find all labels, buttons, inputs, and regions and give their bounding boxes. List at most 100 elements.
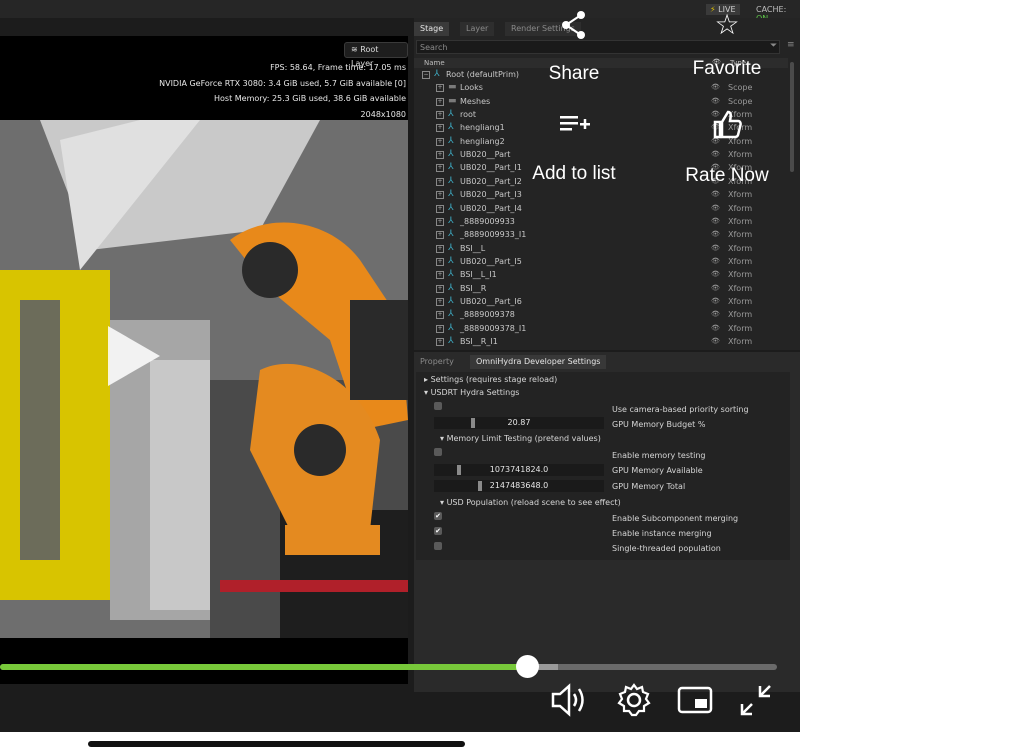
settings-header-label: Settings (requires stage reload) <box>430 375 558 384</box>
memory-testing-checkbox[interactable] <box>434 448 442 456</box>
factory-scene-image <box>0 120 408 638</box>
stage-tree-row[interactable]: + ⅄ BSI__L 👁 Xform <box>414 242 788 255</box>
exit-fullscreen-button[interactable] <box>738 682 774 722</box>
memory-limit-section-header[interactable]: ▾ Memory Limit Testing (pretend values) <box>440 433 601 444</box>
expand-icon[interactable]: + <box>436 84 444 93</box>
xform-icon: ⅄ <box>448 336 454 346</box>
rate-now-button[interactable]: Rate Now <box>676 108 778 187</box>
settings-section-header[interactable]: ▸ Settings (requires stage reload) <box>424 374 557 385</box>
expand-icon[interactable]: + <box>436 244 444 253</box>
stage-scrollbar[interactable] <box>790 62 794 172</box>
expand-icon[interactable]: + <box>436 124 444 133</box>
expand-icon[interactable]: + <box>436 97 444 106</box>
visibility-eye-icon[interactable]: 👁 <box>711 255 720 268</box>
expand-icon[interactable]: + <box>436 271 444 280</box>
usdrt-section-header[interactable]: ▾ USDRT Hydra Settings <box>424 387 519 398</box>
stage-tree-row[interactable]: + ⅄ UB020__Part_I6 👁 Xform <box>414 295 788 308</box>
stage-tree-row[interactable]: + ⅄ _8889009378 👁 Xform <box>414 308 788 321</box>
expand-icon[interactable]: + <box>436 284 444 293</box>
prim-name: _8889009378_I1 <box>460 323 527 333</box>
usd-population-section-header[interactable]: ▾ USD Population (reload scene to see ef… <box>440 497 621 508</box>
share-button[interactable]: Share <box>522 10 626 85</box>
gpu-available-slider[interactable]: 1073741824.0 <box>434 464 604 476</box>
gpu-budget-slider[interactable]: 20.87 <box>434 417 604 429</box>
subcomponent-merging-checkbox[interactable]: ✔ <box>434 512 442 520</box>
instance-merging-checkbox[interactable]: ✔ <box>434 527 442 535</box>
prim-name: UB020__Part_I4 <box>460 203 522 213</box>
visibility-eye-icon[interactable]: 👁 <box>711 215 720 228</box>
stage-tree-row[interactable]: + ▬ Meshes 👁 Scope <box>414 95 788 108</box>
expand-icon[interactable]: + <box>436 257 444 266</box>
collapse-icon[interactable]: − <box>422 71 430 79</box>
prim-name: _8889009933 <box>460 216 515 226</box>
expand-icon[interactable]: + <box>436 151 444 160</box>
tab-property[interactable]: Property <box>414 355 460 369</box>
prim-name: hengliang1 <box>460 123 505 133</box>
exit-fullscreen-icon <box>740 685 771 716</box>
slider-knob[interactable] <box>478 481 482 491</box>
tab-omnihydra-settings[interactable]: OmniHydra Developer Settings <box>470 355 607 369</box>
picture-in-picture-button[interactable] <box>677 682 713 722</box>
tab-stage[interactable]: Stage <box>414 22 450 36</box>
visibility-eye-icon[interactable]: 👁 <box>711 188 720 201</box>
stage-tree-row[interactable]: + ⅄ _8889009378_I1 👁 Xform <box>414 322 788 335</box>
visibility-eye-icon[interactable]: 👁 <box>711 242 720 255</box>
visibility-eye-icon[interactable]: 👁 <box>711 335 720 348</box>
visibility-eye-icon[interactable]: 👁 <box>711 282 720 295</box>
expand-icon[interactable]: + <box>436 217 444 226</box>
slider-knob[interactable] <box>471 418 475 428</box>
visibility-eye-icon[interactable]: 👁 <box>711 228 720 241</box>
name-column-header[interactable]: Name <box>424 59 445 67</box>
expand-icon[interactable]: + <box>436 297 444 306</box>
stage-tree-row[interactable]: + ⅄ UB020__Part_I5 👁 Xform <box>414 255 788 268</box>
tab-layer[interactable]: Layer <box>460 22 495 36</box>
visibility-eye-icon[interactable]: 👁 <box>711 295 720 308</box>
folder-icon: ▬ <box>448 95 457 106</box>
menu-icon[interactable]: ≡ <box>787 40 795 50</box>
expand-icon[interactable]: + <box>436 311 444 320</box>
visibility-eye-icon[interactable]: 👁 <box>711 322 720 335</box>
root-layer-button[interactable]: ≋ Root Layer <box>344 42 408 68</box>
visibility-eye-icon[interactable]: 👁 <box>711 202 720 215</box>
stage-tree-row[interactable]: + ⅄ BSI__L_I1 👁 Xform <box>414 268 788 281</box>
viewport[interactable]: ≋ Root Layer FPS: 58.64, Frame time: 17.… <box>0 36 408 684</box>
gpu-total-slider[interactable]: 2147483648.0 <box>434 480 604 492</box>
stage-tree-row[interactable]: + ⅄ BSI__R 👁 Xform <box>414 282 788 295</box>
xform-icon: ⅄ <box>448 189 454 200</box>
xform-icon: ⅄ <box>448 149 454 160</box>
seek-bar[interactable] <box>0 664 777 670</box>
xform-icon: ⅄ <box>448 135 454 146</box>
stage-tree-row[interactable]: + ⅄ _8889009933 👁 Xform <box>414 215 788 228</box>
expand-icon[interactable]: + <box>436 191 444 200</box>
slider-knob[interactable] <box>457 465 461 475</box>
settings-button[interactable] <box>616 682 652 722</box>
viewport-stats: FPS: 58.64, Frame time: 17.05 ms NVIDIA … <box>159 60 406 122</box>
camera-priority-checkbox[interactable] <box>434 402 442 410</box>
home-indicator[interactable] <box>88 741 465 747</box>
expand-icon[interactable]: + <box>436 338 444 346</box>
visibility-eye-icon[interactable]: 👁 <box>711 95 720 108</box>
seek-thumb[interactable] <box>515 655 539 678</box>
stage-tree-row[interactable]: + ⅄ UB020__Part_I3 👁 Xform <box>414 188 788 201</box>
visibility-eye-icon[interactable]: 👁 <box>711 268 720 281</box>
video-frame: ⚡ LIVE CACHE: ON <box>0 0 800 732</box>
expand-icon[interactable]: + <box>436 231 444 240</box>
expand-icon[interactable]: + <box>436 204 444 213</box>
stage-tree-row[interactable]: + ⅄ _8889009933_I1 👁 Xform <box>414 228 788 241</box>
play-icon[interactable] <box>108 326 160 386</box>
expand-icon[interactable]: + <box>436 177 444 186</box>
visibility-eye-icon[interactable]: 👁 <box>711 81 720 94</box>
visibility-eye-icon[interactable]: 👁 <box>711 308 720 321</box>
stage-tree-row[interactable]: + ⅄ BSI__R_I1 👁 Xform <box>414 335 788 348</box>
expand-icon[interactable]: + <box>436 324 444 333</box>
expand-icon[interactable]: + <box>436 137 444 146</box>
prim-name: UB020__Part_I6 <box>460 296 522 306</box>
volume-button[interactable] <box>550 682 590 722</box>
expand-icon[interactable]: + <box>436 164 444 173</box>
stage-tree-row[interactable]: + ⅄ UB020__Part_I4 👁 Xform <box>414 202 788 215</box>
single-threaded-checkbox[interactable] <box>434 542 442 550</box>
add-to-list-button[interactable]: Add to list <box>520 110 628 185</box>
xform-icon: ⅄ <box>448 229 454 240</box>
favorite-button[interactable]: ☆ Favorite <box>676 10 778 80</box>
expand-icon[interactable]: + <box>436 111 444 120</box>
